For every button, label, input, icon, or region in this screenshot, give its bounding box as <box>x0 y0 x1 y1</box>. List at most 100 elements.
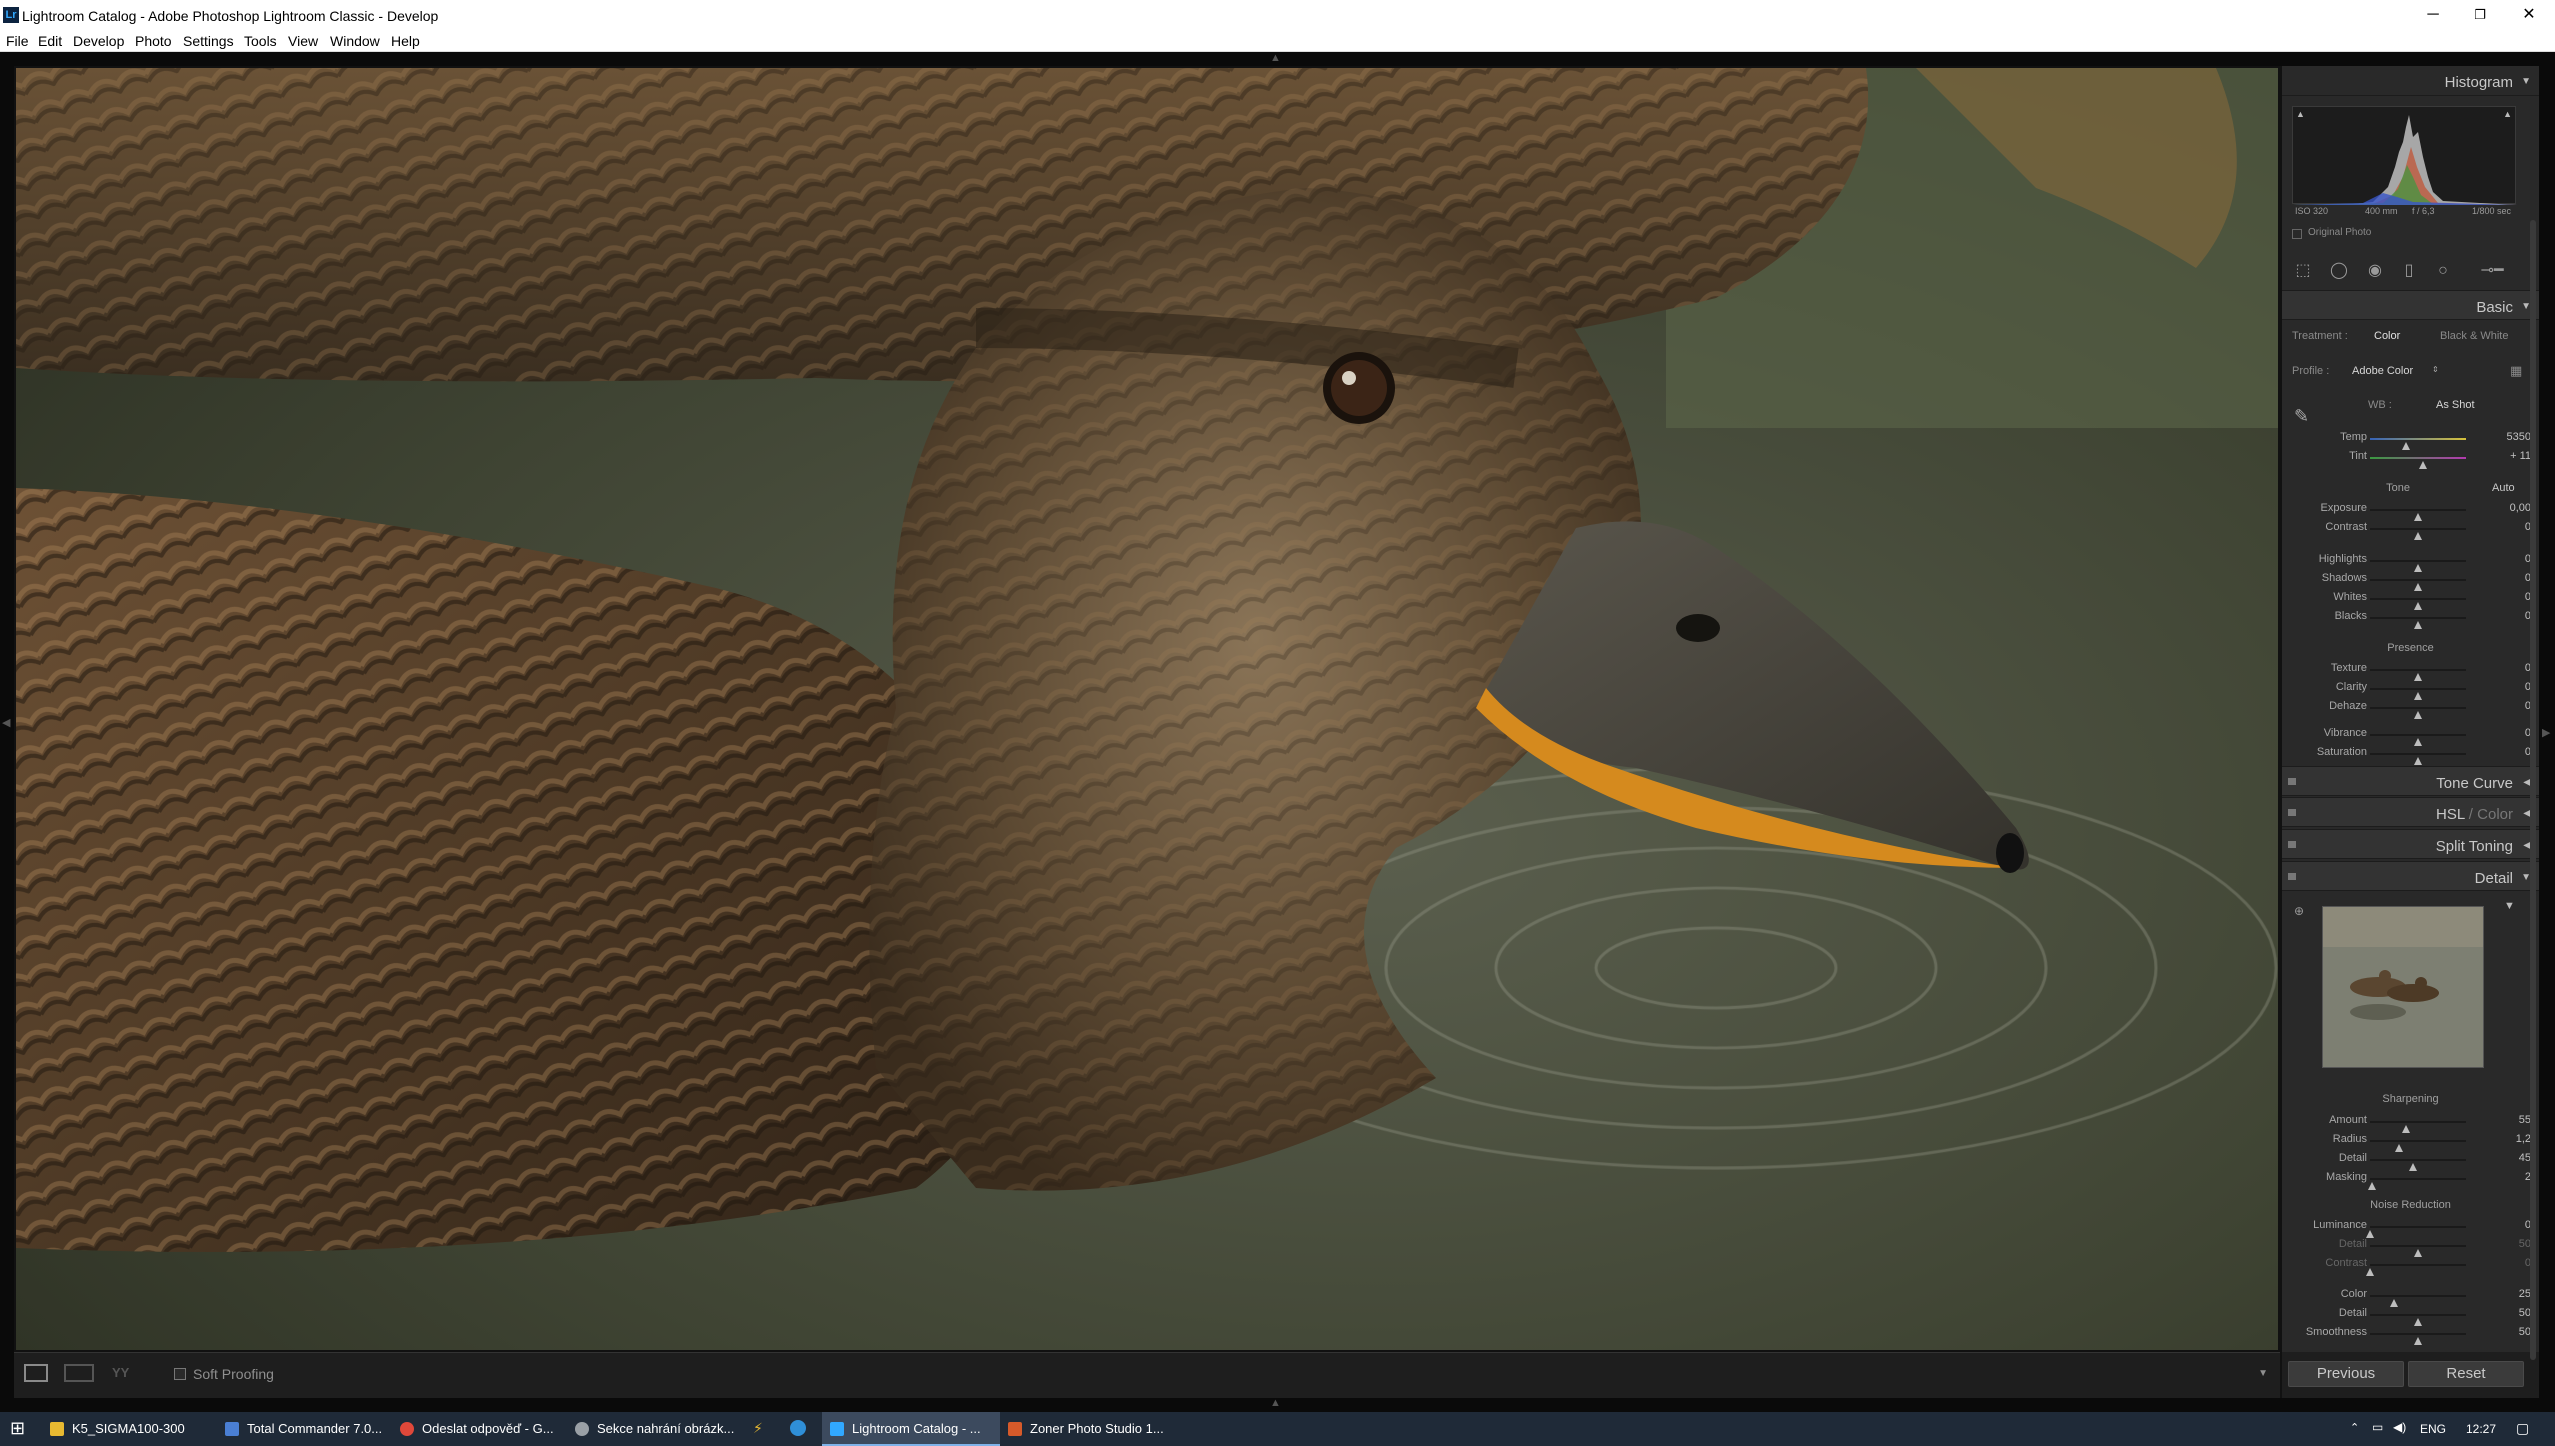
original-photo-checkbox[interactable] <box>2292 229 2302 239</box>
slider-track[interactable] <box>2370 1314 2466 1326</box>
hsl-tab[interactable]: HSL <box>2436 806 2465 823</box>
panel-toggle-switch[interactable] <box>2288 778 2296 785</box>
slider-row[interactable]: Whites 0 <box>2282 589 2539 610</box>
slider-track[interactable] <box>2370 1295 2466 1307</box>
slider-value[interactable]: 0,00 <box>2510 502 2531 514</box>
profile-select[interactable]: Adobe Color <box>2352 365 2413 377</box>
profile-stepper-icon[interactable]: ⇕ <box>2432 365 2439 374</box>
slider-row[interactable]: Masking 2 <box>2282 1169 2539 1190</box>
panel-toggle-switch[interactable] <box>2288 809 2296 816</box>
temp-track[interactable] <box>2370 438 2466 450</box>
taskbar-item-zoner[interactable]: Zoner Photo Studio 1... <box>1000 1412 1175 1446</box>
slider-track[interactable] <box>2370 669 2466 681</box>
preview-menu-triangle-icon[interactable]: ▼ <box>2504 900 2515 912</box>
top-panel-collapse-bar[interactable]: ▲ <box>0 52 2555 66</box>
adjustment-brush-icon[interactable]: ⊸━ <box>2472 262 2512 280</box>
slider-track[interactable] <box>2370 617 2466 629</box>
highlight-clipping-icon[interactable]: ▲ <box>2503 109 2512 119</box>
taskbar-item-gmail-chrome[interactable]: Odeslat odpověď - G... <box>392 1412 567 1446</box>
slider-row[interactable]: Contrast 0 <box>2282 519 2539 540</box>
menu-photo[interactable]: Photo <box>135 33 172 49</box>
before-after-view-icon[interactable] <box>64 1364 94 1382</box>
clock[interactable]: 12:27 <box>2466 1422 2496 1436</box>
shadow-clipping-icon[interactable]: ▲ <box>2296 109 2305 119</box>
taskbar-item-lightroom[interactable]: Lightroom Catalog - ... <box>822 1412 1000 1446</box>
menu-develop[interactable]: Develop <box>73 33 124 49</box>
reset-button[interactable]: Reset <box>2408 1361 2524 1387</box>
notifications-icon[interactable]: ▢ <box>2516 1420 2529 1437</box>
slider-value[interactable]: 1,2 <box>2516 1133 2531 1145</box>
slider-track[interactable] <box>2370 509 2466 521</box>
slider-track[interactable] <box>2370 1245 2466 1257</box>
histogram-header[interactable]: Histogram ▼ <box>2282 66 2539 96</box>
menu-edit[interactable]: Edit <box>38 33 62 49</box>
slider-row[interactable]: Contrast 0 <box>2282 1255 2539 1276</box>
taskbar-item-folder[interactable]: K5_SIGMA100-300 <box>42 1412 217 1446</box>
panel-toggle-switch[interactable] <box>2288 873 2296 880</box>
tint-track[interactable] <box>2370 457 2466 469</box>
slider-thumb[interactable] <box>2418 461 2427 469</box>
taskbar-item-upload-section[interactable]: Sekce nahrání obrázk... <box>567 1412 742 1446</box>
slider-track[interactable] <box>2370 688 2466 700</box>
menu-view[interactable]: View <box>288 33 318 49</box>
slider-track[interactable] <box>2370 734 2466 746</box>
right-panel-collapse-bar[interactable]: ▶ <box>2539 66 2555 1398</box>
slider-row[interactable]: Shadows 0 <box>2282 570 2539 591</box>
collapse-triangle-icon[interactable]: ▼ <box>2521 76 2531 87</box>
restore-button[interactable]: ❐ <box>2457 0 2503 30</box>
before-after-yy-icon[interactable]: YY <box>112 1365 129 1380</box>
previous-button[interactable]: Previous <box>2288 1361 2404 1387</box>
slider-track[interactable] <box>2370 1333 2466 1345</box>
slider-track[interactable] <box>2366 1264 2466 1276</box>
slider-row[interactable]: Vibrance 0 <box>2282 725 2539 746</box>
slider-row[interactable]: Blacks 0 <box>2282 608 2539 629</box>
slider-row[interactable]: Exposure 0,00 <box>2282 500 2539 521</box>
menu-help[interactable]: Help <box>391 33 420 49</box>
collapse-up-icon[interactable]: ▲ <box>1270 52 1281 64</box>
left-panel-collapse-bar[interactable]: ◀ <box>0 66 14 1398</box>
expand-left-icon[interactable]: ◀ <box>2 716 10 729</box>
menu-tools[interactable]: Tools <box>244 33 277 49</box>
slider-track[interactable] <box>2370 598 2466 610</box>
graduated-filter-icon[interactable]: ▯ <box>2400 262 2418 280</box>
slider-row[interactable]: Luminance 0 <box>2282 1217 2539 1238</box>
menu-window[interactable]: Window <box>330 33 380 49</box>
slider-row[interactable]: Clarity 0 <box>2282 679 2539 700</box>
wb-select[interactable]: As Shot <box>2436 399 2475 411</box>
temp-slider-row[interactable]: Temp 5350 <box>2282 429 2539 450</box>
slider-track[interactable] <box>2370 560 2466 572</box>
slider-row[interactable]: Detail 50 <box>2282 1305 2539 1326</box>
slider-track[interactable] <box>2366 1226 2466 1238</box>
treatment-color-option[interactable]: Color <box>2374 330 2400 342</box>
slider-row[interactable]: Amount 55 <box>2282 1112 2539 1133</box>
histogram-graph[interactable]: ▲ ▲ <box>2292 106 2517 205</box>
slider-thumb[interactable] <box>2366 1268 2374 1276</box>
basic-panel-header[interactable]: Basic ▼ <box>2282 290 2539 320</box>
toolbar-menu-chevron-icon[interactable]: ▼ <box>2258 1368 2268 1379</box>
detail-panel-header[interactable]: Detail ▼ <box>2282 861 2539 891</box>
collapse-right-icon[interactable]: ▶ <box>2542 726 2550 739</box>
slider-row[interactable]: Dehaze 0 <box>2282 698 2539 719</box>
slider-track[interactable] <box>2370 753 2466 765</box>
treatment-bw-option[interactable]: Black & White <box>2440 330 2508 342</box>
color-tab[interactable]: Color <box>2477 806 2513 823</box>
slider-value[interactable]: + 11 <box>2510 450 2531 462</box>
slider-thumb[interactable] <box>2414 621 2422 629</box>
radial-filter-icon[interactable]: ○ <box>2434 262 2452 280</box>
detail-preview-thumbnail[interactable] <box>2322 906 2484 1068</box>
slider-track[interactable] <box>2370 1121 2466 1133</box>
slider-value[interactable]: 5350 <box>2507 431 2531 443</box>
slider-row[interactable]: Texture 0 <box>2282 660 2539 681</box>
wb-eyedropper-icon[interactable]: ✎ <box>2294 406 2309 427</box>
slider-track[interactable] <box>2370 1159 2466 1171</box>
slider-thumb[interactable] <box>2414 711 2422 719</box>
profile-browser-grid-icon[interactable]: ▦ <box>2510 363 2522 379</box>
slider-track[interactable] <box>2367 1178 2466 1190</box>
tone-curve-panel-header[interactable]: Tone Curve ◀ <box>2282 766 2539 796</box>
volume-icon[interactable]: ◀) <box>2393 1420 2406 1434</box>
menu-settings[interactable]: Settings <box>183 33 234 49</box>
red-eye-icon[interactable]: ◉ <box>2366 262 2384 280</box>
pinned-app-icon[interactable]: ⚡ <box>753 1420 763 1437</box>
crop-overlay-icon[interactable]: ⬚ <box>2294 262 2312 280</box>
loupe-view-icon[interactable] <box>24 1364 48 1382</box>
